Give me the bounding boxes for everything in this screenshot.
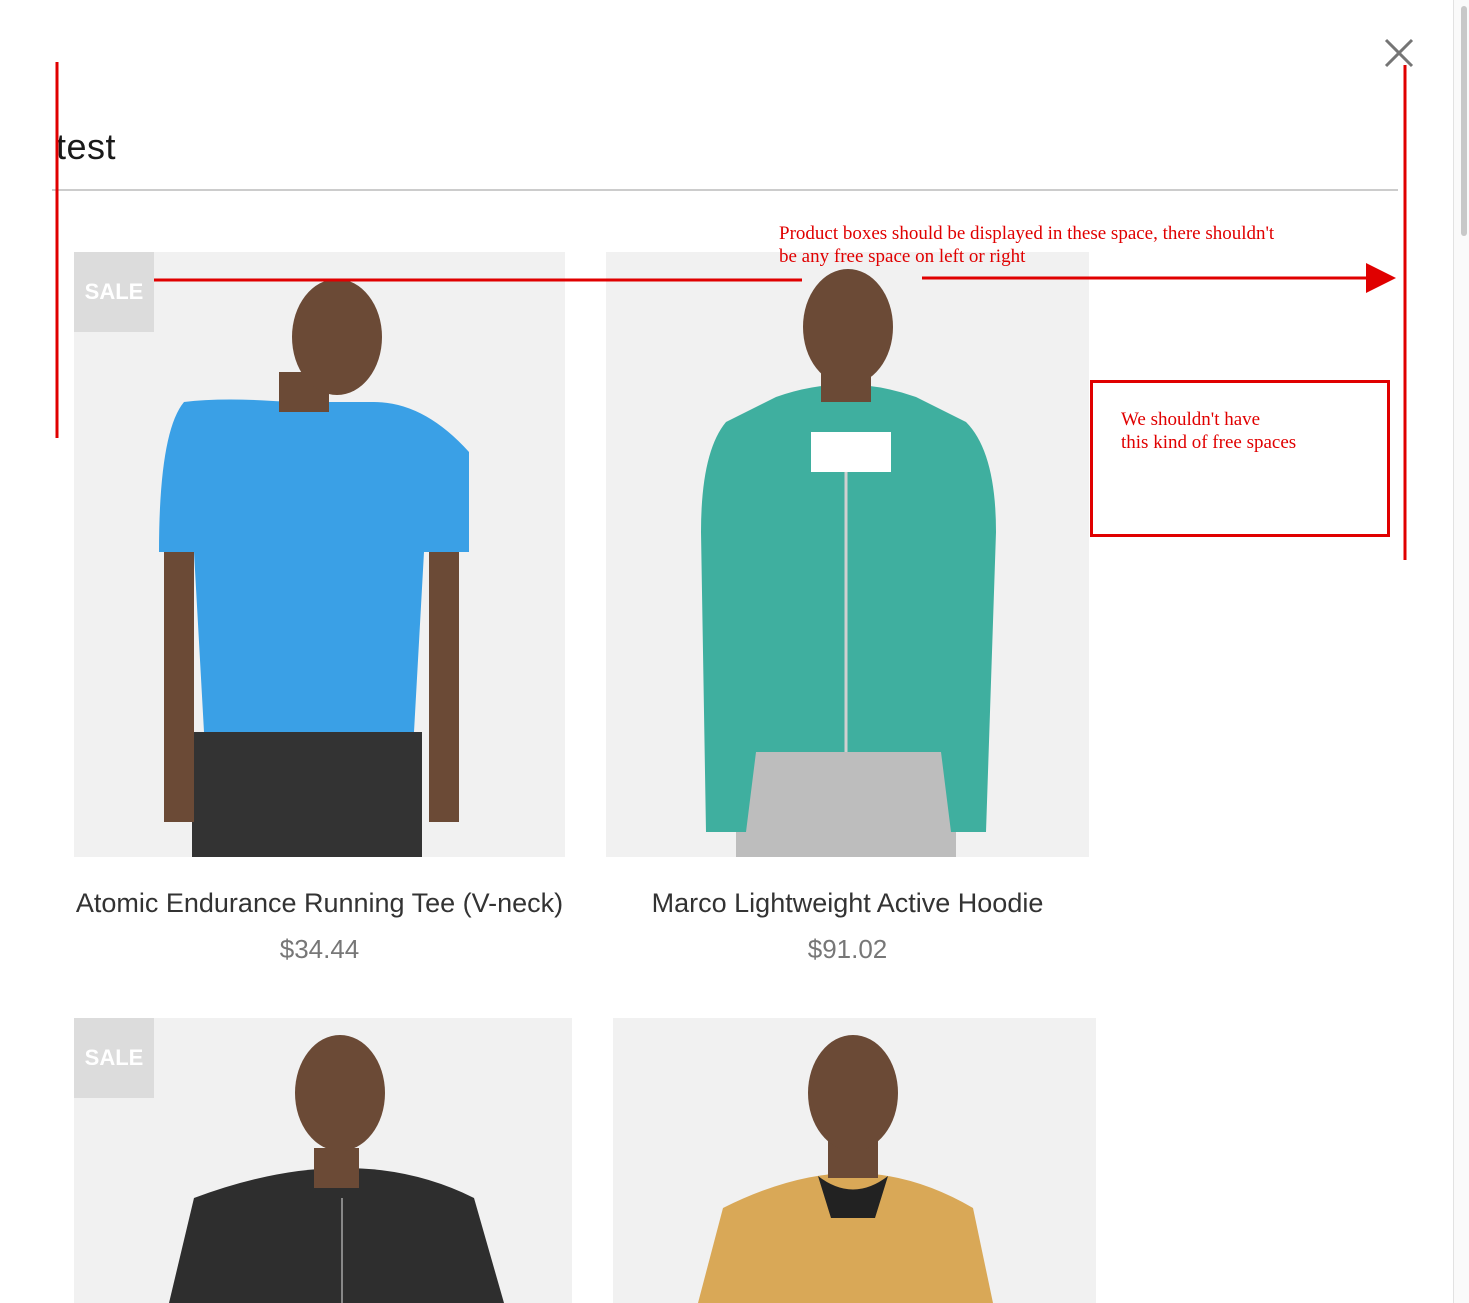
annotation-line: Product boxes should be displayed in the…: [779, 223, 1275, 244]
product-price: $91.02: [807, 934, 888, 964]
annotation-note-box: We shouldn't have this kind of free spac…: [1121, 408, 1296, 454]
product-price: $34.44: [279, 934, 360, 964]
annotation-line: We shouldn't have: [1121, 409, 1261, 430]
close-icon: [1384, 38, 1414, 68]
product-card[interactable]: SALE: [74, 1018, 572, 1303]
annotation-box: [1090, 380, 1390, 537]
annotation-line: this kind of free spaces: [1121, 432, 1297, 453]
sale-badge: SALE: [74, 252, 154, 332]
product-image[interactable]: [74, 252, 565, 857]
product-card[interactable]: Marco Lightweight Active Hoodie $91.02: [606, 252, 1089, 972]
close-button[interactable]: [1378, 32, 1420, 74]
title-divider: [52, 189, 1398, 191]
scrollbar-thumb[interactable]: [1461, 6, 1467, 236]
product-name[interactable]: Marco Lightweight Active Hoodie: [606, 888, 1089, 919]
product-image[interactable]: [613, 1018, 1096, 1303]
product-image[interactable]: [606, 252, 1089, 857]
product-card[interactable]: [613, 1018, 1096, 1303]
annotation-line: be any free space on left or right: [779, 246, 1026, 267]
modal-title: test: [56, 126, 117, 167]
sale-badge: SALE: [74, 1018, 154, 1098]
annotation-note-top: Product boxes should be displayed in the…: [779, 222, 1274, 268]
product-card[interactable]: SALE Atomic Endurance Running Tee (V-nec…: [74, 252, 565, 972]
product-name[interactable]: Atomic Endurance Running Tee (V-neck): [74, 888, 565, 919]
